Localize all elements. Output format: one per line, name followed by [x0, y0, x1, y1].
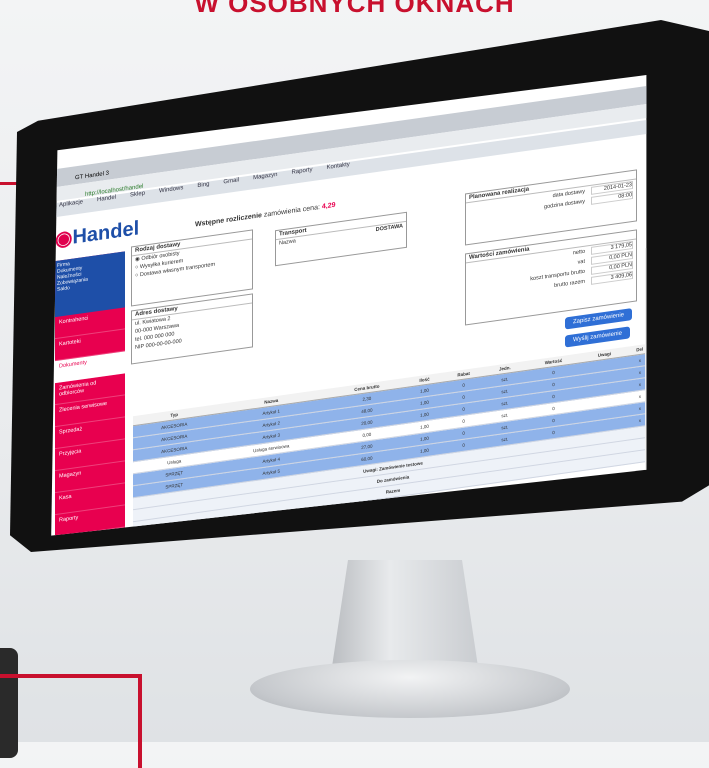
headline: W OSOBNYCH OKNACH — [194, 0, 515, 18]
transport-select[interactable]: DOSTAWA — [376, 223, 403, 233]
transport-panel: Transport Nazwa DOSTAWA — [275, 211, 407, 267]
bookmark-item[interactable]: Magazyn — [253, 172, 277, 181]
save-order-button[interactable]: Zapisz zamówienie — [565, 308, 633, 330]
monitor-stand-base — [250, 660, 570, 718]
bookmark-item[interactable]: Handel — [97, 195, 116, 204]
bookmark-item[interactable]: Gmail — [223, 177, 239, 185]
address-panel: Adres dostawy ul. Kwiatowa 2 00-000 Warsz… — [131, 293, 253, 365]
submit-order-button[interactable]: Wyślij zamówienie — [565, 326, 630, 348]
order-value-label: netto — [572, 248, 585, 257]
bookmark-item[interactable]: Aplikacje — [59, 199, 83, 208]
bookmark-item[interactable]: Kontakty — [326, 162, 349, 171]
callout-frame — [0, 674, 142, 768]
bookmark-item[interactable]: Bing — [197, 181, 209, 189]
realization-label: godzina dostawy — [544, 198, 585, 211]
order-value-label: vat — [577, 258, 585, 266]
bookmark-item[interactable]: Windows — [159, 185, 183, 194]
bookmark-item[interactable]: Sklep — [130, 191, 145, 199]
sidebar: Firma Dokumenty Należności Zobowiązania Sald… — [55, 251, 125, 536]
app-logo: ◉Handel — [55, 217, 140, 252]
sidebar-summary: Firma Dokumenty Należności Zobowiązania Sald… — [55, 251, 125, 318]
bookmark-item[interactable]: Raporty — [291, 167, 312, 176]
order-value-label: brutto razem — [554, 278, 585, 290]
monitor-screen: GT Handel 3 http://localhost/handel Apli… — [51, 75, 647, 536]
